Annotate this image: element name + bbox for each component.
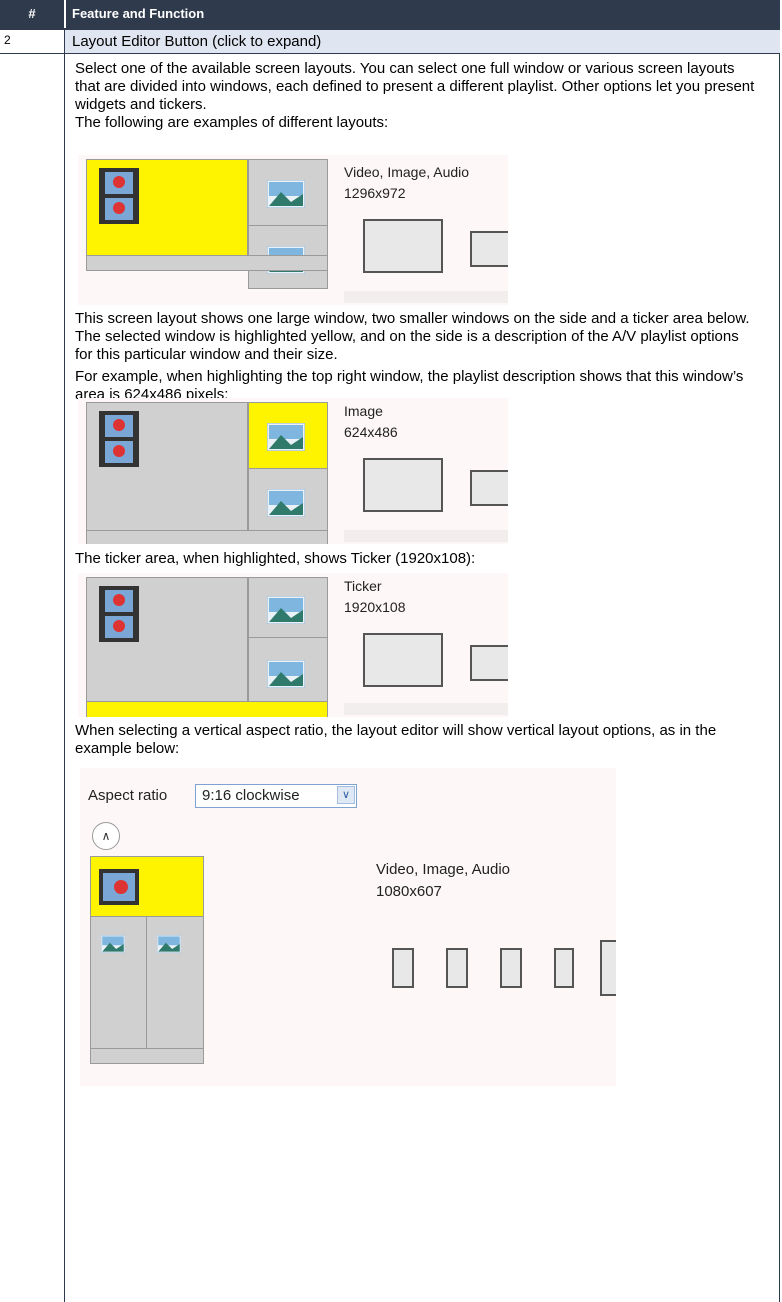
layout-option-icon[interactable] — [470, 470, 508, 506]
side-window-top[interactable] — [248, 159, 328, 227]
landscape-image-icon — [267, 596, 305, 624]
bottom-area[interactable] — [90, 1048, 204, 1064]
row-number: 2 — [4, 33, 11, 47]
film-strip-icon — [99, 586, 139, 642]
film-strip-icon — [99, 869, 139, 905]
layout-option-icon[interactable] — [363, 219, 443, 273]
row-title-cell: Layout Editor Button (click to expand) — [65, 30, 780, 53]
horizontal-scrollbar[interactable] — [344, 530, 508, 542]
horizontal-scrollbar[interactable] — [344, 291, 508, 303]
playlist-type: Video, Image, Audio — [344, 164, 470, 180]
main-window[interactable] — [86, 159, 248, 257]
right-window[interactable] — [146, 916, 204, 1050]
layout-screenshot-4: Aspect ratio 9:16 clockwise ∨ ∧ Video, I… — [80, 768, 616, 1086]
landscape-image-icon — [267, 423, 305, 451]
layout-option-icon[interactable] — [500, 948, 522, 988]
aspect-ratio-select[interactable]: 9:16 clockwise ∨ — [195, 784, 357, 808]
film-strip-icon — [99, 411, 139, 467]
side-window-bottom[interactable] — [248, 468, 328, 532]
dropdown-arrow-icon[interactable]: ∨ — [337, 786, 355, 804]
row-title: Layout Editor Button (click to expand) — [72, 33, 322, 50]
paragraph-vertical: When selecting a vertical aspect ratio, … — [75, 722, 717, 757]
header-separator — [64, 0, 66, 28]
aspect-ratio-value: 9:16 clockwise — [202, 787, 300, 804]
layout-option-icon[interactable] — [363, 458, 443, 512]
aspect-ratio-label: Aspect ratio — [88, 787, 168, 804]
landscape-image-icon — [267, 660, 305, 688]
feature-table: # Feature and Function 2 Layout Editor B… — [0, 0, 782, 1302]
ticker-area[interactable] — [86, 701, 328, 717]
landscape-image-icon — [101, 935, 125, 953]
film-strip-icon — [99, 168, 139, 224]
window-size: 624x486 — [344, 424, 398, 440]
horizontal-scrollbar[interactable] — [344, 703, 508, 715]
side-window-top[interactable] — [248, 577, 328, 639]
window-size: 1296x972 — [344, 185, 406, 201]
side-window-bottom[interactable] — [248, 637, 328, 703]
layout-screenshot-2: Image 624x486 — [78, 398, 508, 544]
left-window[interactable] — [90, 916, 148, 1050]
layout-option-icon[interactable] — [554, 948, 574, 988]
main-window[interactable] — [86, 402, 248, 544]
layout-option-icon[interactable] — [470, 231, 508, 267]
layout-option-icon[interactable] — [470, 645, 508, 681]
landscape-image-icon — [267, 180, 305, 208]
layout-option-icon[interactable] — [600, 940, 616, 996]
layout-option-icon[interactable] — [392, 948, 414, 988]
top-window[interactable] — [90, 856, 204, 918]
landscape-image-icon — [267, 489, 305, 517]
playlist-type: Ticker — [344, 578, 382, 594]
right-border — [779, 28, 780, 1302]
paragraph-ticker: The ticker area, when highlighted, shows… — [75, 550, 476, 567]
playlist-type: Video, Image, Audio — [376, 861, 510, 878]
landscape-image-icon — [157, 935, 181, 953]
column-divider — [64, 28, 65, 1302]
paragraph-description: This screen layout shows one large windo… — [75, 310, 750, 363]
window-size: 1920x108 — [344, 599, 406, 615]
ticker-area[interactable] — [86, 255, 328, 271]
layout-screenshot-3: Ticker 1920x108 — [78, 573, 508, 717]
side-window-top[interactable] — [248, 402, 328, 470]
header-number: # — [28, 6, 36, 21]
paragraph-examples: The following are examples of different … — [75, 114, 389, 131]
main-window[interactable] — [86, 577, 248, 703]
chevron-up-icon[interactable]: ∧ — [92, 822, 120, 850]
layout-option-icon[interactable] — [446, 948, 468, 988]
table-header: # Feature and Function — [0, 0, 780, 28]
playlist-type: Image — [344, 403, 383, 419]
paragraph-intro: Select one of the available screen layou… — [75, 60, 755, 113]
table-row: 2 Layout Editor Button (click to expand) — [0, 30, 780, 54]
header-feature: Feature and Function — [72, 6, 205, 21]
window-size: 1080x607 — [376, 883, 442, 900]
layout-option-icon[interactable] — [363, 633, 443, 687]
ticker-area[interactable] — [86, 530, 328, 544]
layout-screenshot-1: Video, Image, Audio 1296x972 — [78, 155, 508, 305]
